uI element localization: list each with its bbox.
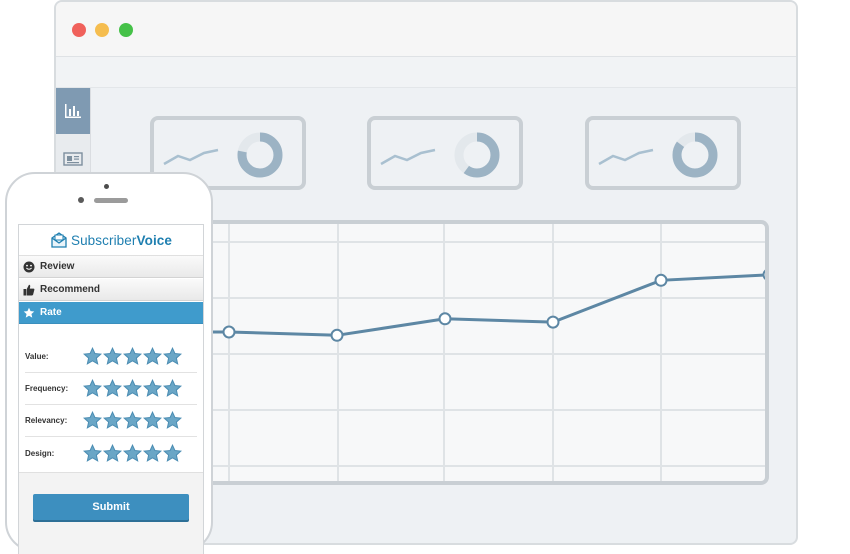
star-filled-icon[interactable] xyxy=(143,379,162,398)
star-rating[interactable] xyxy=(83,379,182,398)
phone-speaker xyxy=(104,184,109,189)
star-filled-icon[interactable] xyxy=(143,411,162,430)
data-line xyxy=(144,273,770,337)
line-chart-panel xyxy=(144,220,776,485)
kpi-card-graphic xyxy=(380,132,500,178)
data-point xyxy=(222,325,236,339)
menu-item-label: Rate xyxy=(40,307,62,318)
rating-form: Value: Frequency: Relevancy: Design: xyxy=(25,341,197,471)
phone-mockup: SubscriberVoice Review Recommend Rate Va… xyxy=(5,172,213,554)
phone-screen: SubscriberVoice Review Recommend Rate Va… xyxy=(18,224,204,554)
menu-item-review[interactable]: Review xyxy=(19,256,203,278)
rating-row-relevancy: Relevancy: xyxy=(25,405,197,437)
brand-name: SubscriberVoice xyxy=(70,232,173,248)
data-point xyxy=(762,268,776,282)
kpi-card[interactable] xyxy=(367,116,523,190)
star-filled-icon[interactable] xyxy=(123,443,142,463)
star-filled-icon[interactable] xyxy=(123,411,142,430)
data-point xyxy=(330,328,344,342)
star-filled-icon[interactable] xyxy=(103,411,122,430)
star-filled-icon[interactable] xyxy=(83,411,102,430)
thumbs-up-icon xyxy=(23,284,35,295)
star-filled-icon[interactable] xyxy=(103,347,122,366)
sparkline-icon xyxy=(380,148,436,166)
star-filled-icon[interactable] xyxy=(83,347,102,366)
star-rating[interactable] xyxy=(83,347,182,366)
line-chart xyxy=(144,224,776,481)
menu-item-label: Recommend xyxy=(40,284,101,295)
menu-item-recommend[interactable]: Recommend xyxy=(19,279,203,301)
star-rating[interactable] xyxy=(83,443,182,463)
star-icon xyxy=(23,307,35,318)
minimize-window-button[interactable] xyxy=(95,23,109,37)
rating-label: Frequency: xyxy=(25,384,69,393)
star-filled-icon[interactable] xyxy=(123,379,142,398)
star-filled-icon[interactable] xyxy=(163,411,182,430)
rating-label: Value: xyxy=(25,352,49,361)
menu-item-rate[interactable]: Rate xyxy=(19,302,203,324)
form-footer: Submit xyxy=(19,472,203,554)
phone-camera xyxy=(78,197,84,203)
star-filled-icon[interactable] xyxy=(123,347,142,366)
kpi-card-graphic xyxy=(598,132,718,178)
star-filled-icon[interactable] xyxy=(163,379,182,398)
app-toolbar xyxy=(56,57,796,88)
envelope-logo-icon xyxy=(51,232,67,248)
rating-row-value: Value: xyxy=(25,341,197,373)
data-point xyxy=(438,312,452,326)
star-filled-icon[interactable] xyxy=(103,379,122,398)
kpi-card[interactable] xyxy=(585,116,741,190)
star-filled-icon[interactable] xyxy=(163,347,182,366)
star-rating[interactable] xyxy=(83,411,182,430)
zoom-window-button[interactable] xyxy=(119,23,133,37)
sparkline-icon xyxy=(598,148,654,166)
rating-row-design: Design: xyxy=(25,437,197,469)
submit-button[interactable]: Submit xyxy=(33,494,189,520)
star-filled-icon[interactable] xyxy=(143,347,162,366)
star-filled-icon[interactable] xyxy=(143,443,162,463)
sparkline-icon xyxy=(163,148,219,166)
star-filled-icon[interactable] xyxy=(103,443,122,463)
newspaper-icon xyxy=(63,152,83,166)
phone-earpiece xyxy=(94,198,128,203)
menu-item-label: Review xyxy=(40,261,75,272)
rating-row-frequency: Frequency: xyxy=(25,373,197,405)
rating-label: Design: xyxy=(25,448,55,458)
star-filled-icon[interactable] xyxy=(83,443,102,463)
brand-logo: SubscriberVoice xyxy=(19,225,203,256)
star-filled-icon[interactable] xyxy=(163,443,182,463)
window-titlebar xyxy=(56,2,796,57)
star-filled-icon[interactable] xyxy=(83,379,102,398)
data-point xyxy=(546,315,560,329)
bar-chart-icon xyxy=(65,104,81,118)
sidebar-item-analytics[interactable] xyxy=(56,88,90,134)
rating-label: Relevancy: xyxy=(25,416,68,425)
data-point xyxy=(654,273,668,287)
smiley-icon xyxy=(23,261,35,272)
close-window-button[interactable] xyxy=(72,23,86,37)
